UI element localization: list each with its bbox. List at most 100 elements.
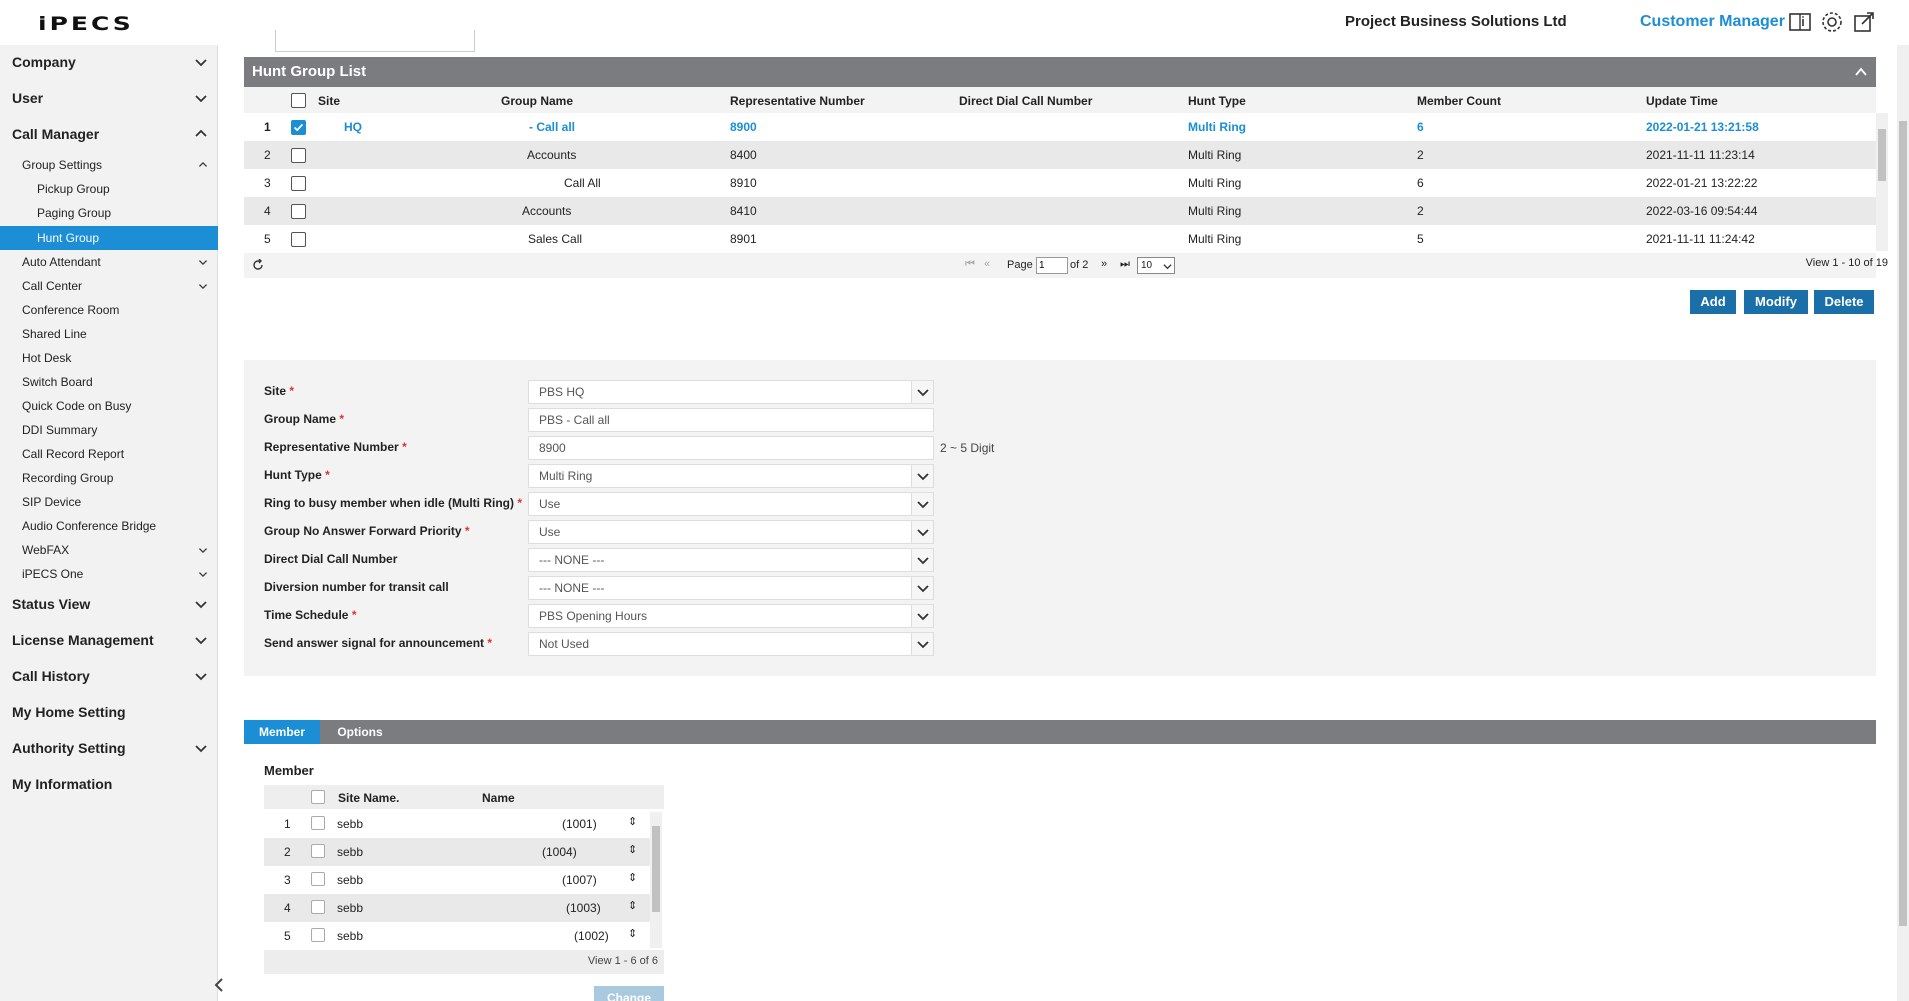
- sidebar-item-paging-group[interactable]: Paging Group: [0, 201, 218, 225]
- reorder-icon[interactable]: ⇕: [628, 871, 637, 884]
- sidebar-item-audio-conference-bridge[interactable]: Audio Conference Bridge: [0, 514, 218, 538]
- diversion-number-select[interactable]: --- NONE ---: [528, 576, 934, 600]
- sidebar-item-auto-attendant[interactable]: Auto Attendant: [0, 250, 218, 274]
- row-checkbox[interactable]: [311, 816, 325, 830]
- column-header-direct-dial[interactable]: Direct Dial Call Number: [959, 94, 1092, 108]
- member-row[interactable]: 4 sebb (1003) ⇕: [264, 894, 650, 922]
- sidebar-item-my-home-setting[interactable]: My Home Setting: [0, 695, 218, 729]
- search-input-stub[interactable]: [275, 30, 475, 52]
- table-scrollbar[interactable]: [1876, 113, 1888, 251]
- scrollbar-thumb[interactable]: [1899, 121, 1907, 926]
- sidebar-item-call-manager[interactable]: Call Manager: [0, 117, 218, 151]
- column-header-hunt-type[interactable]: Hunt Type: [1188, 94, 1246, 108]
- next-page-icon[interactable]: »: [1101, 258, 1107, 270]
- row-checkbox[interactable]: [311, 844, 325, 858]
- export-icon[interactable]: [1852, 10, 1876, 34]
- first-page-icon[interactable]: ⏮: [965, 258, 975, 271]
- member-row[interactable]: 3 sebb (1007) ⇕: [264, 866, 650, 894]
- sidebar-item-sip-device[interactable]: SIP Device: [0, 490, 218, 514]
- refresh-icon[interactable]: [252, 259, 264, 271]
- sidebar-item-user[interactable]: User: [0, 81, 218, 115]
- column-header-site-name[interactable]: Site Name.: [338, 791, 399, 805]
- row-checkbox[interactable]: [291, 204, 306, 219]
- sidebar-item-status-view[interactable]: Status View: [0, 587, 218, 621]
- column-header-member-count[interactable]: Member Count: [1417, 94, 1501, 108]
- column-header-group-name[interactable]: Group Name: [501, 94, 573, 108]
- row-checkbox[interactable]: [311, 928, 325, 942]
- modify-button[interactable]: Modify: [1744, 290, 1808, 314]
- change-button[interactable]: Change: [594, 986, 664, 1001]
- sidebar-item-my-information[interactable]: My Information: [0, 767, 218, 801]
- manual-book-icon[interactable]: [1788, 10, 1812, 34]
- ring-busy-member-select[interactable]: Use: [528, 492, 934, 516]
- member-scrollbar[interactable]: [650, 812, 662, 948]
- time-schedule-select[interactable]: PBS Opening Hours: [528, 604, 934, 628]
- row-checkbox[interactable]: [291, 232, 306, 247]
- last-page-icon[interactable]: ⏭: [1120, 258, 1130, 271]
- page-number-input[interactable]: [1036, 257, 1068, 274]
- reorder-icon[interactable]: ⇕: [628, 815, 637, 828]
- tab-member[interactable]: Member: [244, 720, 320, 744]
- ipecs-logo[interactable]: iPECS: [38, 9, 134, 38]
- table-row[interactable]: 5 Sales Call 8901 Multi Ring 5 2021-11-1…: [244, 225, 1876, 253]
- row-checkbox[interactable]: [311, 872, 325, 886]
- row-checkbox[interactable]: [291, 176, 306, 191]
- member-select-all-checkbox[interactable]: [311, 790, 325, 804]
- reorder-icon[interactable]: ⇕: [628, 927, 637, 940]
- column-header-update-time[interactable]: Update Time: [1646, 94, 1718, 108]
- reorder-icon[interactable]: ⇕: [628, 899, 637, 912]
- sidebar-item-call-history[interactable]: Call History: [0, 659, 218, 693]
- select-all-checkbox[interactable]: [291, 93, 306, 108]
- collapse-sidebar-icon[interactable]: [212, 976, 226, 994]
- sidebar-item-license-management[interactable]: License Management: [0, 623, 218, 657]
- member-row[interactable]: 2 sebb (1004) ⇕: [264, 838, 650, 866]
- sidebar-item-recording-group[interactable]: Recording Group: [0, 466, 218, 490]
- scrollbar-thumb[interactable]: [652, 826, 660, 912]
- sidebar-item-company[interactable]: Company: [0, 45, 218, 79]
- group-name-input[interactable]: [528, 408, 934, 432]
- sidebar-item-authority-setting[interactable]: Authority Setting: [0, 731, 218, 765]
- row-checkbox[interactable]: [291, 120, 306, 135]
- sidebar-item-quick-code-on-busy[interactable]: Quick Code on Busy: [0, 394, 218, 418]
- column-header-representative-number[interactable]: Representative Number: [730, 94, 865, 108]
- sidebar-item-ddi-summary[interactable]: DDI Summary: [0, 418, 218, 442]
- add-button[interactable]: Add: [1690, 290, 1736, 314]
- sidebar-item-call-record-report[interactable]: Call Record Report: [0, 442, 218, 466]
- delete-button[interactable]: Delete: [1814, 290, 1874, 314]
- sidebar-item-ipecs-one[interactable]: iPECS One: [0, 562, 218, 586]
- sidebar-item-webfax[interactable]: WebFAX: [0, 538, 218, 562]
- sidebar-item-hunt-group[interactable]: Hunt Group: [0, 226, 218, 250]
- row-checkbox[interactable]: [291, 148, 306, 163]
- direct-dial-call-number-select[interactable]: --- NONE ---: [528, 548, 934, 572]
- collapse-panel-icon[interactable]: [1854, 65, 1868, 79]
- sidebar-item-hot-desk[interactable]: Hot Desk: [0, 346, 218, 370]
- table-row[interactable]: 3 Call All 8910 Multi Ring 6 2022-01-21 …: [244, 169, 1876, 197]
- tab-options[interactable]: Options: [322, 720, 398, 744]
- sidebar-item-switch-board[interactable]: Switch Board: [0, 370, 218, 394]
- reorder-icon[interactable]: ⇕: [628, 843, 637, 856]
- page-scrollbar[interactable]: [1897, 45, 1909, 1001]
- prev-page-icon[interactable]: «: [984, 258, 990, 270]
- no-answer-forward-priority-select[interactable]: Use: [528, 520, 934, 544]
- site-select[interactable]: PBS HQ: [528, 380, 934, 404]
- sidebar-item-group-settings[interactable]: Group Settings: [0, 153, 218, 177]
- hunt-type-select[interactable]: Multi Ring: [528, 464, 934, 488]
- column-header-name[interactable]: Name: [482, 791, 515, 805]
- page-size-select[interactable]: 10: [1137, 257, 1175, 274]
- scrollbar-thumb[interactable]: [1878, 129, 1886, 181]
- row-checkbox[interactable]: [311, 900, 325, 914]
- sidebar-item-conference-room[interactable]: Conference Room: [0, 298, 218, 322]
- sidebar-item-shared-line[interactable]: Shared Line: [0, 322, 218, 346]
- representative-number-input[interactable]: [528, 436, 934, 460]
- member-row[interactable]: 1 sebb (1001) ⇕: [264, 810, 650, 838]
- table-row[interactable]: 1 HQ - Call all 8900 Multi Ring 6 2022-0…: [244, 113, 1876, 141]
- send-answer-signal-select[interactable]: Not Used: [528, 632, 934, 656]
- column-header-site[interactable]: Site: [318, 94, 340, 108]
- table-row[interactable]: 4 Accounts 8410 Multi Ring 2 2022-03-16 …: [244, 197, 1876, 225]
- table-row[interactable]: 2 Accounts 8400 Multi Ring 2 2021-11-11 …: [244, 141, 1876, 169]
- user-role-link[interactable]: Customer Manager: [1640, 13, 1785, 31]
- gear-icon[interactable]: [1820, 10, 1844, 34]
- member-row[interactable]: 5 sebb (1002) ⇕: [264, 922, 650, 950]
- sidebar-item-call-center[interactable]: Call Center: [0, 274, 218, 298]
- sidebar-item-pickup-group[interactable]: Pickup Group: [0, 177, 218, 201]
